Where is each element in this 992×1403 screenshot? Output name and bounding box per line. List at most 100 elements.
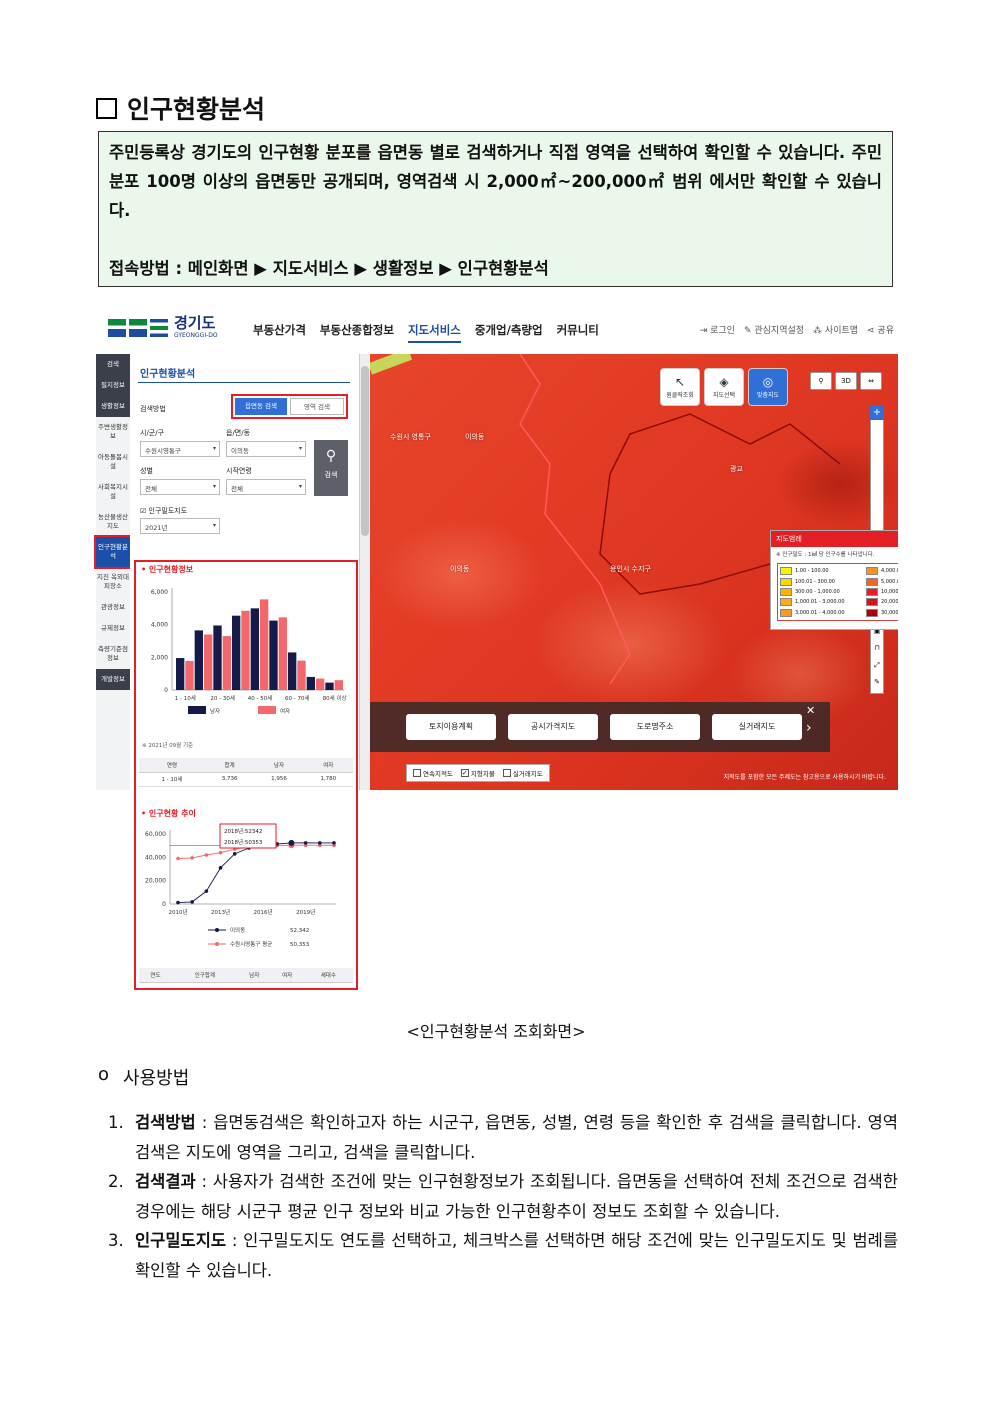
gyeonggi-logo[interactable]: 경기도 GYEONGGI-DO — [108, 316, 218, 339]
custom-map-tool[interactable]: ◎ 맞춤지도 — [748, 368, 788, 406]
legend-swatch — [780, 598, 792, 607]
table-header: 남자 — [254, 758, 304, 773]
mini-tool-group: ⚲ 3D ⇔ — [810, 372, 882, 390]
map-boundary-line — [609, 413, 841, 475]
sitemap-link[interactable]: ⁂ 사이트맵 — [813, 323, 858, 336]
rail-item[interactable]: 생활정보 — [96, 396, 130, 417]
target-icon: ◎ — [762, 375, 774, 389]
search-icon: ⚲ — [325, 448, 337, 464]
3d-toggle-button[interactable]: 3D — [835, 372, 857, 390]
rail-item[interactable]: 농산물생산지도 — [96, 507, 130, 537]
rail-item[interactable]: 측량기준점정보 — [96, 639, 130, 669]
table-cell: 3,736 — [204, 772, 255, 787]
compare-icon[interactable]: ⇔ — [860, 372, 882, 390]
list-item: 3. 인구밀도지도 : 인구밀도지도 연도를 선택하고, 체크박스를 선택하면 … — [108, 1231, 898, 1280]
rail-item[interactable]: 필지정보 — [96, 375, 130, 396]
usage-term: 검색방법 — [135, 1113, 196, 1132]
gender-select[interactable]: 전체 — [140, 479, 220, 495]
one-click-tool[interactable]: ↖ 원클릭조회 — [660, 368, 700, 406]
location-pin-icon[interactable]: ⚲ — [810, 372, 832, 390]
section-heading: 인구현황분석 — [96, 90, 265, 126]
rail-item[interactable]: 아동돌봄시설 — [96, 447, 130, 477]
public-price-map-button[interactable]: 공시가격지도 — [508, 714, 598, 740]
density-map[interactable]: 수원시 영통구 이의동 이의동 용인시 수지구 광교 ↖ 원클릭조회 ◈ 지도선… — [370, 354, 898, 790]
layers-icon: ◈ — [719, 375, 729, 389]
share-link[interactable]: ⋖ 공유 — [867, 323, 894, 336]
x-tick-label: 40 - 50세 — [248, 694, 273, 702]
legend-item: 1.00 - 100.00 — [780, 566, 860, 576]
legend-item: 30,000.01 - 150,000.00 — [866, 608, 898, 618]
real-transaction-checkbox[interactable]: 실거래지도 — [502, 768, 543, 778]
land-use-plan-button[interactable]: 토지이용계획 — [406, 714, 496, 740]
density-map-checkbox[interactable]: ☑ 인구밀도지도 — [140, 506, 187, 516]
real-transaction-map-button[interactable]: 실거래지도 — [712, 714, 802, 740]
checkbox-icon — [502, 769, 511, 777]
continuous-cadastral-checkbox[interactable]: 연속지적도 — [413, 768, 453, 778]
population-bar-chart: 0 2,000 4,000 6,000 1 - 10세 20 - 30세 40 - 50세 6… — [151, 588, 347, 715]
eupmyeondong-select[interactable]: 이의동 — [226, 441, 306, 457]
rail-item[interactable]: 검색 — [96, 354, 130, 375]
rail-item[interactable]: 개발정보 — [96, 669, 130, 690]
chevron-right-icon[interactable]: › — [806, 720, 812, 736]
zoom-in-button[interactable]: + — [870, 406, 884, 420]
bar-male — [288, 652, 297, 690]
eupmyeondong-search-tab[interactable]: 읍면동 검색 — [235, 398, 287, 415]
table-header: 인구합계 — [171, 968, 238, 983]
logo-subtext: GYEONGGI-DO — [174, 332, 218, 339]
intro-box: 주민등록상 경기도의 인구현황 분포를 읍면동 별로 검색하거나 직접 영역을 … — [98, 131, 893, 287]
legend-range: 3,000.01 - 4,000.00 — [795, 609, 845, 616]
rail-item-active[interactable]: 인구현황분석 — [94, 535, 132, 569]
trend-point — [232, 852, 237, 856]
table-header: 연령 — [139, 758, 205, 773]
table-cell: 1,780 — [303, 772, 353, 787]
legend-title: 지도범례 — [776, 535, 802, 543]
nav-item[interactable]: 커뮤니티 — [557, 322, 599, 343]
trend-point — [288, 839, 295, 846]
layer-button-bar: 토지이용계획 공시가격지도 도로명주소 실거래지도 ✕ › — [370, 702, 830, 752]
year-select[interactable]: 2021년 — [140, 518, 220, 534]
rail-item[interactable]: 지진 옥외대피장소 — [96, 567, 130, 597]
legend-items: 1.00 - 100.00 4,000.01 - 5,000.00 100.01 -… — [777, 563, 898, 621]
x-tick-label: 20 - 30세 — [210, 694, 235, 702]
search-button[interactable]: ⚲ 검색 — [314, 440, 348, 496]
map-select-tool[interactable]: ◈ 지도선택 — [704, 368, 744, 406]
tool-label: 맞춤지도 — [756, 392, 780, 399]
nav-item-active[interactable]: 지도서비스 — [407, 322, 461, 343]
map-layer-checkboxes: 연속지적도 ✓ 지형지물 실거래지도 — [406, 764, 550, 782]
table-header: 남자 — [237, 968, 271, 983]
usage-term: 검색결과 — [135, 1172, 196, 1191]
road-address-button[interactable]: 도로명주소 — [610, 714, 700, 740]
rail-item[interactable]: 관광정보 — [96, 597, 130, 618]
map-place-label: 용인시 수지구 — [610, 565, 651, 573]
rail-item[interactable]: 주변생활정보 — [96, 417, 130, 447]
interest-area-link[interactable]: ✎ 관심지역설정 — [744, 323, 804, 336]
scroll-thumb[interactable] — [361, 366, 369, 536]
zoom-slider[interactable] — [870, 406, 884, 544]
legend-item: 4,000.01 - 5,000.00 — [866, 566, 898, 576]
nav-item[interactable]: 부동산가격 — [253, 322, 306, 343]
usage-heading: o 사용방법 — [98, 1064, 189, 1090]
legend-swatch — [258, 706, 276, 714]
legend-range: 30,000.01 - 150,000.00 — [881, 609, 898, 616]
access-path: 접속방법 : 메인화면 ▶ 지도서비스 ▶ 생활정보 ▶ 인구현황분석 — [109, 259, 549, 278]
sigungu-select[interactable]: 수원시영통구 — [140, 441, 220, 457]
nav-item[interactable]: 부동산종합정보 — [320, 322, 394, 343]
legend-note: ※ 인구밀도 : 1㎢ 당 인구수를 나타냅니다. — [776, 552, 875, 558]
close-icon[interactable]: ✕ — [806, 704, 815, 717]
trend-point — [218, 866, 223, 870]
category-rail: 검색 필지정보 생활정보 주변생활정보 아동돌봄시설 사회복지시설 농산물생산지… — [94, 354, 132, 790]
usage-text: : 인구밀도지도 연도를 선택하고, 체크박스를 선택하면 해당 조건에 맞는 … — [135, 1231, 898, 1280]
legend-swatch — [866, 577, 878, 586]
nav-item[interactable]: 중개업/측량업 — [475, 322, 543, 343]
checkbox-icon — [96, 97, 117, 119]
rail-item[interactable]: 사회복지시설 — [96, 477, 130, 507]
age-select[interactable]: 전체 — [226, 479, 306, 495]
rail-item[interactable]: 규제정보 — [96, 618, 130, 639]
y-tick-label: 60,000 — [145, 831, 166, 838]
area-search-tab[interactable]: 영역 검색 — [290, 398, 344, 415]
x-tick-label: 80세 이상 — [323, 694, 347, 702]
login-link[interactable]: ⇥ 로그인 — [700, 323, 735, 336]
terrain-feature-checkbox[interactable]: ✓ 지형지물 — [460, 768, 495, 778]
bar-female — [316, 678, 325, 690]
logo-text: 경기도 — [174, 314, 216, 332]
